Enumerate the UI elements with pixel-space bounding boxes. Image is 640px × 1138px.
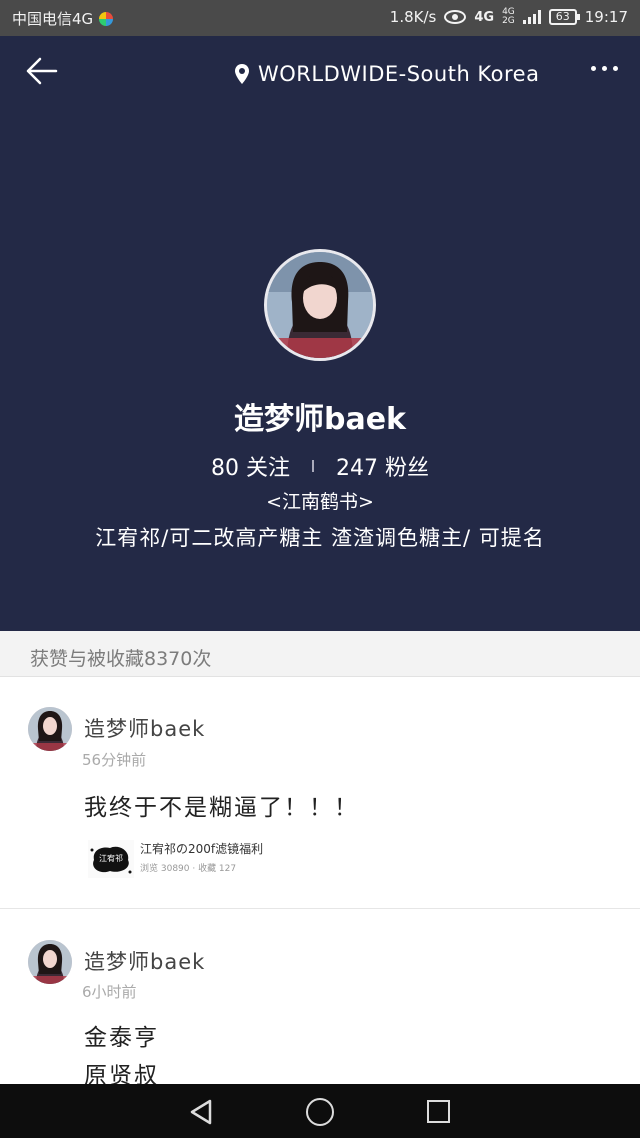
arrow-left-icon[interactable] [24, 56, 60, 86]
post-text-line-1: 金泰亨 [84, 1025, 159, 1051]
network-speed: 1.8K/s [389, 8, 437, 26]
follow-stats: 80 关注 247 粉丝 [0, 450, 640, 482]
location-label: WORLDWIDE-South Korea [258, 62, 540, 86]
profile-avatar[interactable] [264, 249, 376, 361]
triangle-back-icon[interactable] [188, 1099, 214, 1125]
avatar-portrait-image [267, 252, 373, 358]
link-info: 江宥祁の200f滤镜福利 浏览 30890 · 收藏 127 [140, 840, 263, 874]
profile-header: WORLDWIDE-South Korea 造梦师baek 80 关注 247 … [0, 36, 640, 631]
post-time: 6小时前 [82, 983, 137, 1001]
follower-count[interactable]: 247 粉丝 [336, 450, 429, 482]
signal-icon [522, 10, 541, 24]
network-type: 4G [474, 9, 495, 25]
divider [312, 460, 314, 472]
location-tag[interactable]: WORLDWIDE-South Korea [234, 62, 539, 86]
attached-link-card[interactable]: 江宥祁 江宥祁の200f滤镜福利 浏览 30890 · 收藏 127 [88, 840, 263, 878]
eye-comfort-icon [444, 10, 467, 24]
status-right: 1.8K/s 4G 4G 2G 63 19:17 [389, 7, 628, 27]
bio-line-2: 江宥祁/可二改高产糖主 渣渣调色糖主/ 可提名 [95, 526, 545, 550]
post-author[interactable]: 造梦师baek [84, 946, 205, 976]
link-title: 江宥祁の200f滤镜福利 [140, 842, 264, 856]
battery-level: 63 [555, 10, 570, 23]
circle-home-icon[interactable] [306, 1098, 334, 1126]
post-author[interactable]: 造梦师baek [84, 713, 205, 743]
bio-line-1: <江南鹤书> [266, 491, 374, 513]
avatar-portrait-image [28, 707, 72, 751]
system-nav-bar [0, 1084, 640, 1138]
avatar-portrait-image [28, 940, 72, 984]
likes-summary: 获赞与被收藏8370次 [0, 631, 640, 677]
avatar[interactable] [28, 707, 72, 751]
post-text: 我终于不是糊逼了！！！ [84, 795, 359, 821]
pin-icon [235, 64, 249, 84]
clock: 19:17 [584, 8, 628, 26]
following-count[interactable]: 80 关注 [211, 450, 290, 482]
battery-icon: 63 [548, 9, 580, 25]
post-card[interactable]: 造梦师baek 56分钟前 我终于不是糊逼了！！！ 江宥祁 江宥祁の200f滤镜… [0, 677, 640, 909]
status-left: 中国电信4G [12, 8, 114, 29]
carrier-label: 中国电信4G [12, 10, 94, 28]
link-thumbnail: 江宥祁 [88, 840, 134, 878]
link-thumb-text: 江宥祁 [99, 854, 123, 863]
status-bar: 中国电信4G 1.8K/s 4G 4G 2G 63 19:17 [0, 0, 640, 36]
post-time: 56分钟前 [82, 751, 147, 769]
dual-sim-icon: 4G 2G [502, 7, 515, 26]
profile-username: 造梦师baek [233, 402, 407, 437]
more-dots-icon[interactable] [591, 66, 618, 71]
post-card[interactable]: 造梦师baek 6小时前 金泰亨 原贤叔 [0, 910, 640, 1089]
app-notification-icon [99, 11, 114, 26]
square-recent-icon[interactable] [427, 1100, 450, 1123]
link-meta: 浏览 30890 · 收藏 127 [140, 864, 237, 874]
avatar[interactable] [28, 940, 72, 984]
